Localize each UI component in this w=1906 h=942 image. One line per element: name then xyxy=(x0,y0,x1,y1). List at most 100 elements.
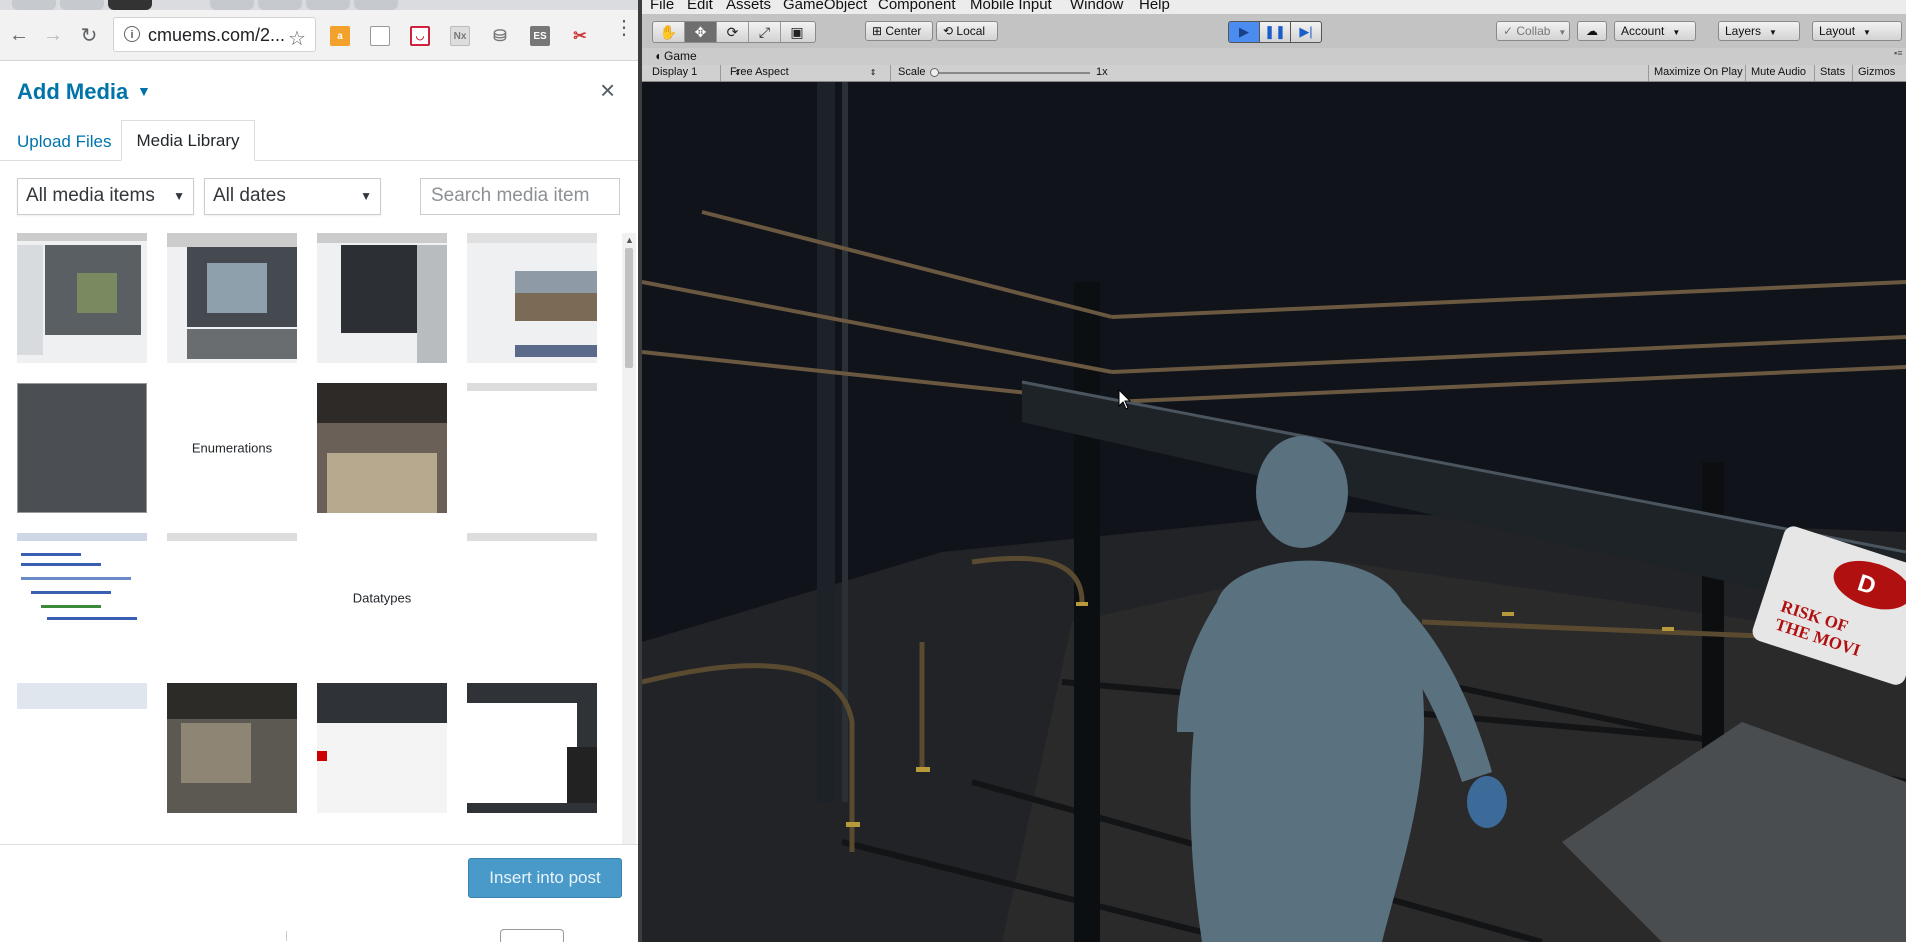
date-value: All dates xyxy=(213,185,286,206)
back-icon[interactable]: ← xyxy=(6,22,32,48)
maximize-on-play-toggle[interactable]: Maximize On Play xyxy=(1654,66,1743,78)
layers-label: Layers xyxy=(1725,24,1762,38)
menu-file[interactable]: File xyxy=(650,0,674,13)
scale-slider-handle[interactable] xyxy=(930,68,939,77)
rotate-tool-icon[interactable]: ⟳ xyxy=(717,22,749,42)
gizmos-dropdown[interactable]: Gizmos xyxy=(1858,66,1895,78)
rect-tool-icon[interactable]: ▣ xyxy=(781,22,813,42)
nx-icon[interactable]: Nx xyxy=(450,26,470,46)
media-item[interactable] xyxy=(167,683,297,813)
media-scrollbar[interactable]: ▲ ▼ xyxy=(622,233,636,903)
forward-icon[interactable]: → xyxy=(40,22,66,48)
media-item[interactable] xyxy=(167,233,297,363)
stats-toggle[interactable]: Stats xyxy=(1820,66,1845,78)
pivot-center-button[interactable]: ⊞ Center xyxy=(865,21,933,41)
menu-edit[interactable]: Edit xyxy=(687,0,713,13)
date-select[interactable]: All dates ▼ xyxy=(204,178,381,215)
scissors-icon[interactable]: ✂ xyxy=(570,26,590,46)
game-tab-label: Game xyxy=(664,49,697,63)
layers-dropdown[interactable]: Layers ▼ xyxy=(1718,21,1800,41)
media-item[interactable]: Datatypes xyxy=(317,533,447,663)
aspect-select[interactable]: Free Aspect ⇕ xyxy=(730,66,876,78)
browser-tab[interactable] xyxy=(306,0,350,10)
game-view-toolbar: Display 1 ⇕ Free Aspect ⇕ Scale 1x Maxim… xyxy=(642,65,1906,82)
caret-down-icon[interactable]: ▼ xyxy=(137,83,151,99)
partial-button[interactable] xyxy=(500,929,564,942)
menu-component[interactable]: Component xyxy=(878,0,956,13)
page-icon[interactable] xyxy=(370,26,390,46)
scale-slider[interactable] xyxy=(934,72,1090,74)
mute-audio-toggle[interactable]: Mute Audio xyxy=(1751,66,1806,78)
amazon-icon[interactable]: a xyxy=(330,26,350,46)
search-media-input[interactable]: Search media item xyxy=(420,178,620,215)
collab-label: Collab xyxy=(1516,24,1551,38)
browser-tab[interactable] xyxy=(354,0,398,10)
pause-button[interactable]: ❚❚ xyxy=(1259,21,1291,43)
menu-gameobject[interactable]: GameObject xyxy=(783,0,867,13)
cloud-icon[interactable]: ☁ xyxy=(1577,21,1607,41)
media-item[interactable] xyxy=(17,533,147,663)
media-item[interactable] xyxy=(317,233,447,363)
menu-assets[interactable]: Assets xyxy=(726,0,771,13)
media-item[interactable] xyxy=(317,383,447,513)
media-item[interactable] xyxy=(467,383,597,513)
scroll-up-icon[interactable]: ▲ xyxy=(625,235,634,245)
tab-media-library[interactable]: Media Library xyxy=(121,120,255,161)
media-item[interactable] xyxy=(17,233,147,363)
play-button[interactable]: ▶ xyxy=(1228,21,1260,43)
layout-dropdown[interactable]: Layout ▼ xyxy=(1812,21,1902,41)
menu-window[interactable]: Window xyxy=(1070,0,1123,13)
mouse-cursor-icon xyxy=(1118,389,1132,410)
browser-tab-active[interactable] xyxy=(108,0,152,10)
space-local-button[interactable]: ⟲ Local xyxy=(936,21,998,41)
separator xyxy=(1852,65,1853,81)
collab-button[interactable]: ✓ Collab ▼ xyxy=(1496,21,1570,41)
tab-upload-files[interactable]: Upload Files xyxy=(17,132,112,152)
pocket-icon[interactable]: ◡ xyxy=(410,26,430,46)
media-item[interactable]: Enumerations xyxy=(167,383,297,513)
media-item-label: Datatypes xyxy=(352,590,412,606)
account-dropdown[interactable]: Account ▼ xyxy=(1614,21,1696,41)
media-item[interactable] xyxy=(317,683,447,813)
space-label: Local xyxy=(956,24,986,38)
info-icon[interactable]: i xyxy=(124,26,140,42)
reload-icon[interactable]: ↻ xyxy=(76,22,102,48)
browser-tab[interactable] xyxy=(60,0,104,10)
step-button[interactable]: ▶| xyxy=(1290,21,1322,43)
media-item[interactable] xyxy=(17,683,147,813)
separator xyxy=(1745,65,1746,81)
scroll-thumb[interactable] xyxy=(625,248,633,368)
insert-into-post-button[interactable]: Insert into post xyxy=(468,858,622,898)
display-value: Display 1 xyxy=(652,66,698,78)
browser-tab[interactable] xyxy=(258,0,302,10)
divider xyxy=(286,931,287,941)
browser-menu-icon[interactable]: ⋮ xyxy=(614,18,634,38)
browser-tab[interactable] xyxy=(12,0,56,10)
media-item[interactable] xyxy=(467,683,597,813)
browser-toolbar: ← → ↻ i cmuems.com/2... ☆ a ◡ Nx ⛁ ES ✂ … xyxy=(0,10,642,61)
tab-menu-icon[interactable]: ▪≡ xyxy=(1894,48,1902,58)
modal-title: Add Media xyxy=(17,79,129,104)
media-item[interactable] xyxy=(467,533,597,663)
address-bar[interactable]: i cmuems.com/2... xyxy=(113,17,316,52)
hand-tool-icon[interactable]: ✋ xyxy=(653,22,685,42)
game-view-tab[interactable]: ◖ Game ▪≡ xyxy=(642,48,1906,66)
menu-help[interactable]: Help xyxy=(1139,0,1170,13)
menu-mobile-input[interactable]: Mobile Input xyxy=(970,0,1052,13)
bookmark-star-icon[interactable]: ☆ xyxy=(288,26,306,51)
media-item[interactable] xyxy=(17,383,147,513)
media-item[interactable] xyxy=(467,233,597,363)
move-tool-icon[interactable]: ✥ xyxy=(685,22,717,42)
scale-label: Scale xyxy=(898,66,926,78)
database-icon[interactable]: ⛁ xyxy=(490,26,510,46)
tabs-divider xyxy=(0,160,642,161)
display-select[interactable]: Display 1 ⇕ xyxy=(652,66,741,78)
media-grid: Enumerations Datatypes xyxy=(0,233,622,903)
browser-tab[interactable] xyxy=(210,0,254,10)
media-item[interactable] xyxy=(167,533,297,663)
close-icon[interactable]: × xyxy=(600,75,615,106)
es-icon[interactable]: ES xyxy=(530,26,550,46)
game-viewport[interactable]: D RISK OF THE MOVI xyxy=(642,82,1906,942)
media-type-select[interactable]: All media items ▼ xyxy=(17,178,194,215)
scale-tool-icon[interactable]: ⤢ xyxy=(749,22,781,42)
